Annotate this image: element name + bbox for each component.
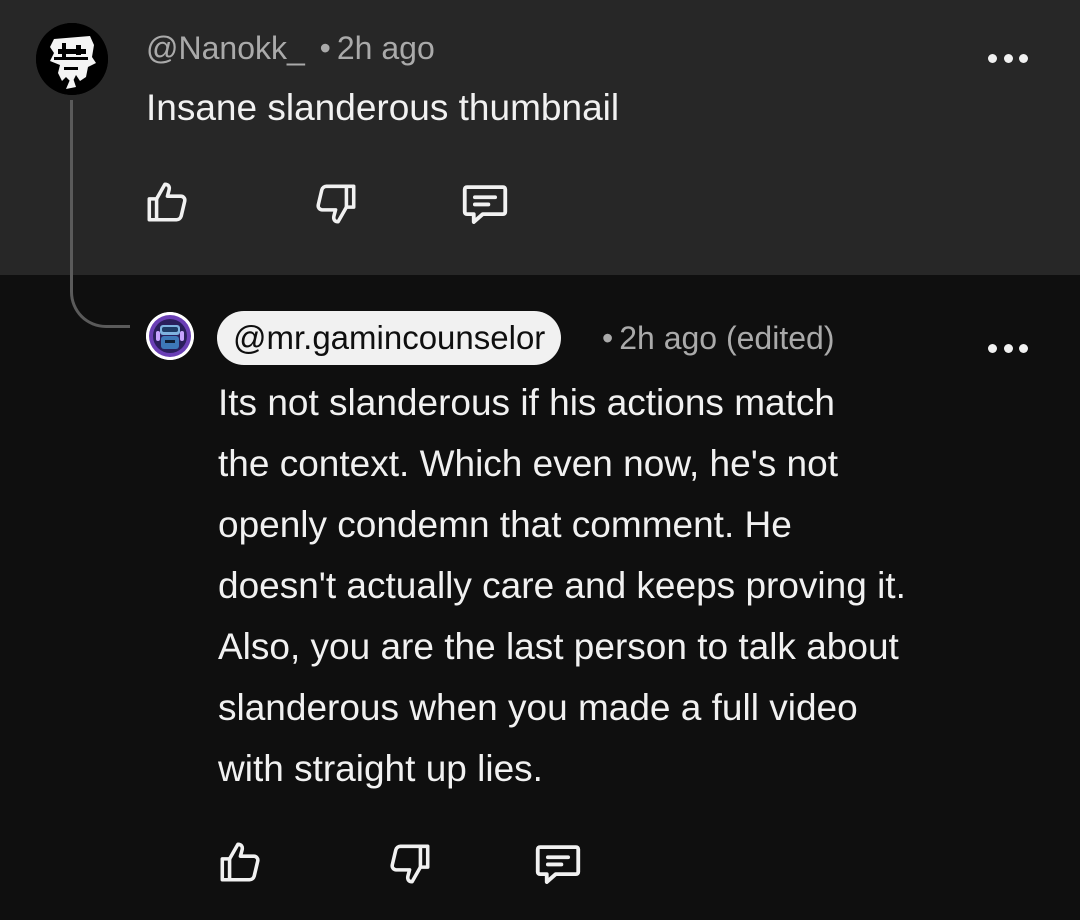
comment-reply-icon[interactable] xyxy=(457,176,513,232)
reply-text-line: with straight up lies. xyxy=(218,748,543,789)
parent-comment-text: Insane slanderous thumbnail xyxy=(146,87,620,128)
comment-reply-icon[interactable] xyxy=(530,836,586,892)
meta-separator: • xyxy=(602,320,614,356)
thumbs-down-icon[interactable] xyxy=(382,836,438,892)
reply-text-line: Its not slanderous if his actions match xyxy=(218,382,835,423)
thumbs-up-icon[interactable] xyxy=(212,834,268,890)
meta-separator: • xyxy=(319,30,331,66)
thumbs-down-icon[interactable] xyxy=(308,176,364,232)
thumbs-up-icon[interactable] xyxy=(139,174,195,230)
skull-avatar-icon[interactable] xyxy=(36,23,108,95)
reply-text-line: the context. Which even now, he's not xyxy=(218,443,838,484)
thread-connector xyxy=(70,100,130,328)
parent-comment: @Nanokk_ • 2h ago Insane slanderous thumb… xyxy=(0,0,1080,275)
reply-author-chip[interactable]: @mr.gamincounselor xyxy=(217,311,562,365)
robot-avatar-icon[interactable] xyxy=(146,312,194,360)
reply-text-line: Also, you are the last person to talk ab… xyxy=(218,626,899,667)
reply-text-line: slanderous when you made a full video xyxy=(218,687,858,728)
parent-comment-meta: @Nanokk_ • 2h ago xyxy=(146,28,435,68)
reply-comment-meta: • 2h ago (edited) xyxy=(602,318,834,358)
more-vert-icon[interactable] xyxy=(986,333,1030,363)
parent-timestamp: 2h ago xyxy=(336,30,435,66)
parent-author[interactable]: @Nanokk_ xyxy=(146,30,305,66)
reply-timestamp: 2h ago (edited) xyxy=(619,320,835,356)
more-vert-icon[interactable] xyxy=(986,43,1030,73)
reply-comment-text: Its not slanderous if his actions match … xyxy=(218,372,1018,799)
reply-text-line: openly condemn that comment. He xyxy=(218,504,792,545)
reply-text-line: doesn't actually care and keeps proving … xyxy=(218,565,906,606)
